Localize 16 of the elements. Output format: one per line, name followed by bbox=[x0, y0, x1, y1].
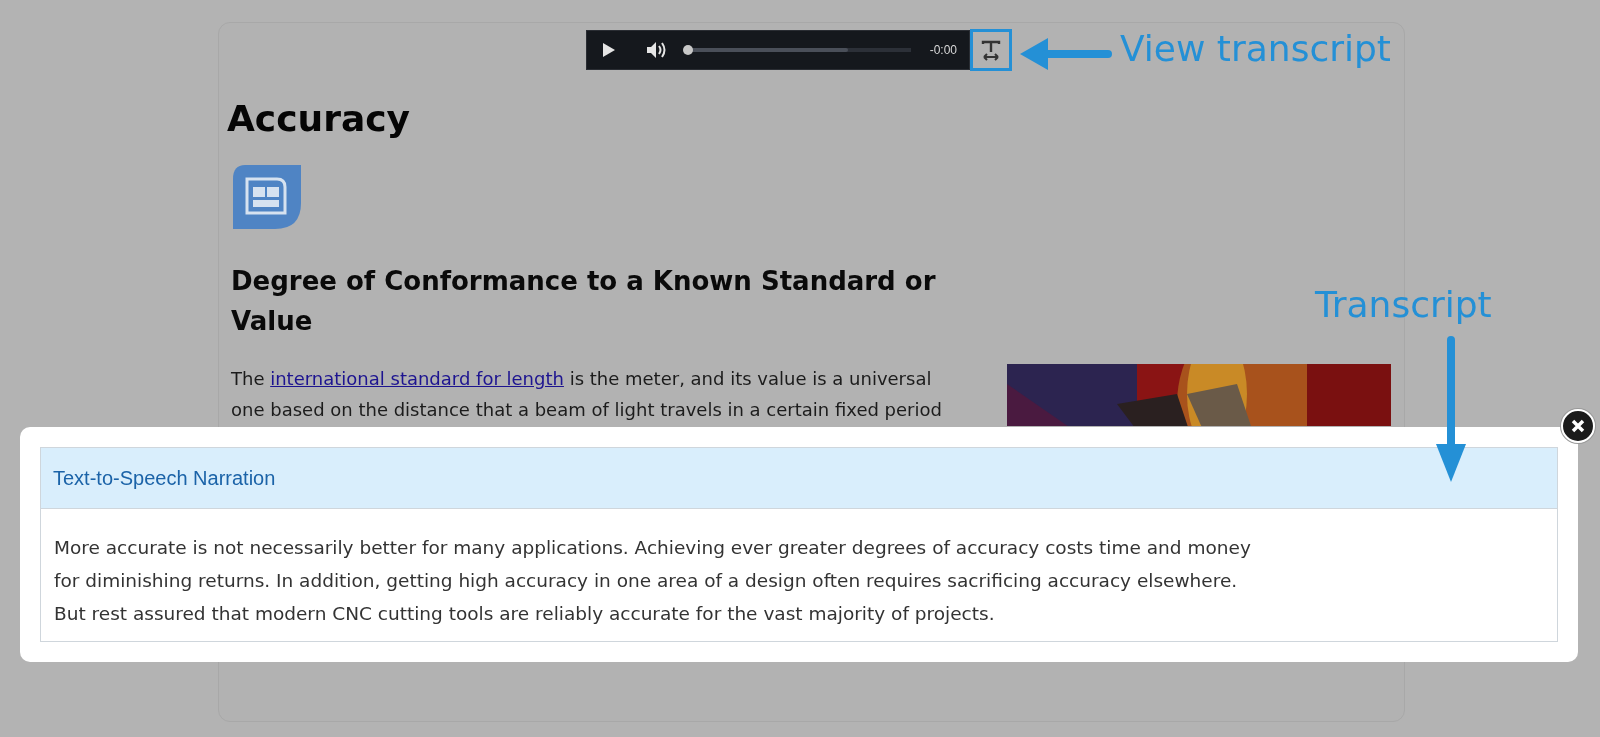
section-heading: Degree of Conformance to a Known Standard or Value bbox=[231, 265, 937, 338]
transcript-button[interactable] bbox=[970, 29, 1012, 71]
annotation-label: View transcript bbox=[1120, 28, 1391, 69]
transcript-text: More accurate is not necessarily better for many applications. Achieving ever greater degrees of accuracy costs time and money for diminishing returns. In addition, getting high accuracy in one area of a design often requires sacrificing accuracy elsewhere. But rest assured that modern CNC cutting tools are reliably accurate for the vast majority of projects. bbox=[53, 536, 1252, 626]
close-icon bbox=[1571, 419, 1585, 433]
grid-logo-icon bbox=[231, 163, 303, 231]
transcript-title: Text-to-Speech Narration bbox=[53, 466, 276, 490]
play-icon[interactable] bbox=[603, 43, 615, 57]
text-width-icon bbox=[980, 39, 1002, 61]
close-button[interactable] bbox=[1561, 409, 1595, 443]
annotation-label: Transcript bbox=[1315, 284, 1492, 325]
standard-link[interactable]: international standard for length bbox=[270, 368, 564, 389]
body-paragraph: The international standard for length is the meter, and its value is a universal one based on the distance that a beam of light travels in a certain fixed period bbox=[231, 367, 943, 422]
time-remaining: -0:00 bbox=[929, 43, 957, 57]
page-title: Accuracy bbox=[227, 98, 412, 139]
progress-thumb[interactable] bbox=[683, 45, 693, 55]
